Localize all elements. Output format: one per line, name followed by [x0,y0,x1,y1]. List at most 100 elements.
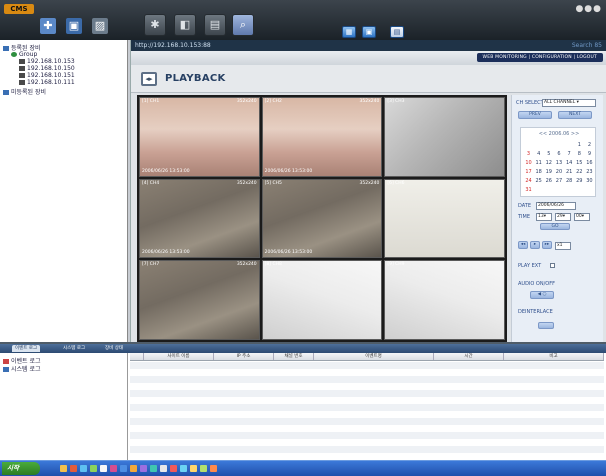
play-ext-checkbox[interactable] [550,263,555,268]
calendar-day[interactable]: 18 [534,169,543,175]
tab-system-log[interactable]: 시스템 로그 [60,345,88,352]
prev-button[interactable]: PREV [518,111,552,119]
ch-select-dropdown[interactable]: ALL CHANNEL ▾ [542,99,596,107]
tab-config-icon[interactable]: ▤ [204,14,226,36]
camera-tile[interactable]: [8] CH8 [261,260,383,340]
camera-tile[interactable]: [5] CH5 352x240 2006/06/26 13:53:00 [261,178,383,259]
taskbar-app-icon[interactable] [200,465,207,472]
calendar-day[interactable]: 12 [544,160,553,166]
table-row[interactable] [130,404,604,411]
tab-search-icon[interactable]: ⌕ [232,14,254,36]
tree-device[interactable]: 192.168.10.151 [19,72,75,79]
time-second-select[interactable]: 00▾ [574,213,590,221]
calendar-day[interactable]: 17 [524,169,533,175]
taskbar-app-icon[interactable] [100,465,107,472]
taskbar-app-icon[interactable] [90,465,97,472]
table-row[interactable] [130,369,604,376]
calendar-day[interactable]: 1 [575,142,584,148]
tab-live-icon[interactable]: ✱ [144,14,166,36]
calendar-day[interactable]: 8 [575,151,584,157]
fullscreen-button[interactable]: ▣ [362,26,376,38]
calendar-day[interactable]: 15 [575,160,584,166]
calendar-header[interactable]: << 2006.06 >> [521,131,597,137]
tab-event-log[interactable]: 이벤트 로그 [12,345,41,352]
image-icon[interactable]: ▨ [92,18,108,34]
table-row[interactable] [130,390,604,397]
col-header[interactable]: 사이트 이름 [144,353,214,360]
calendar-day[interactable]: 6 [554,151,563,157]
camera-tile[interactable]: [1] CH1 352x240 2006/06/26 13:53:00 [139,97,260,177]
calendar-day[interactable]: 23 [585,169,594,175]
taskbar-app-icon[interactable] [180,465,187,472]
camera-tile[interactable]: [7] CH7 352x240 [139,260,260,340]
col-header[interactable]: 이벤트명 [314,353,434,360]
add-device-icon[interactable]: ✚ [40,18,56,34]
event-tree-item[interactable]: 시스템 로그 [3,364,41,373]
taskbar-app-icon[interactable] [80,465,87,472]
calendar-day[interactable]: 21 [565,169,574,175]
table-row[interactable] [130,411,604,418]
capture-button[interactable]: ▤ [390,26,404,38]
rewind-button[interactable]: ◂◂ [518,241,528,249]
calendar-day[interactable]: 7 [565,151,574,157]
calendar-day[interactable]: 19 [544,169,553,175]
taskbar-app-icon[interactable] [140,465,147,472]
split-screen-button[interactable]: ▦ [342,26,356,38]
col-header[interactable] [130,353,144,360]
calendar-day[interactable]: 20 [554,169,563,175]
next-button[interactable]: NEXT [558,111,592,119]
audio-toggle-button[interactable]: ◀ ○ [530,291,554,299]
taskbar-app-icon[interactable] [130,465,137,472]
calendar-day[interactable]: 10 [524,160,533,166]
calendar-day[interactable]: 24 [524,178,533,184]
calendar-day[interactable]: 2 [585,142,594,148]
table-row[interactable] [130,362,604,369]
speed-field[interactable]: x1 [555,242,571,250]
window-controls[interactable]: ●●● [575,4,602,14]
calendar-day[interactable]: 5 [544,151,553,157]
calendar-day[interactable]: 4 [534,151,543,157]
tree-root-unregistered[interactable]: 미등록된 장비 [3,87,46,96]
col-header[interactable]: 비고 [504,353,604,360]
taskbar-app-icon[interactable] [160,465,167,472]
table-row[interactable] [130,432,604,439]
calendar-day[interactable]: 26 [544,178,553,184]
table-row[interactable] [130,446,604,453]
tab-playback-icon[interactable]: ◧ [174,14,196,36]
tab-device-status[interactable]: 장비 상태 [102,345,126,352]
tree-device[interactable]: 192.168.10.111 [19,79,75,86]
url-bar[interactable]: http://192.168.10.153:88 [131,40,606,51]
tree-device[interactable]: 192.168.10.153 [19,58,75,65]
camera-tile[interactable]: [3] CH3 [384,97,505,177]
taskbar-app-icon[interactable] [60,465,67,472]
col-header[interactable]: 채널 번호 [274,353,314,360]
calendar-day[interactable]: 30 [585,178,594,184]
table-row[interactable] [130,425,604,432]
tree-group[interactable]: Group [11,51,37,58]
camera-tile[interactable]: [4] CH4 352x240 2006/06/26 13:53:00 [139,178,260,259]
taskbar-app-icon[interactable] [170,465,177,472]
calendar-day[interactable]: 25 [534,178,543,184]
fast-forward-button[interactable]: ▸▸ [542,241,552,249]
table-row[interactable] [130,418,604,425]
calendar-day[interactable]: 27 [554,178,563,184]
calendar-day[interactable]: 13 [554,160,563,166]
device-list-icon[interactable]: ▣ [66,18,82,34]
play-button[interactable]: ▸ [530,241,540,249]
calendar-day[interactable]: 3 [524,151,533,157]
calendar-day[interactable]: 9 [585,151,594,157]
time-hour-select[interactable]: 13▾ [536,213,552,221]
calendar-day[interactable]: 31 [524,187,533,193]
taskbar-app-icon[interactable] [120,465,127,472]
taskbar-app-icon[interactable] [110,465,117,472]
calendar-day[interactable]: 28 [565,178,574,184]
camera-tile[interactable]: [9] CH9 [384,260,505,340]
camera-tile[interactable]: [2] CH2 352x240 2006/06/26 13:53:00 [261,97,383,177]
taskbar-app-icon[interactable] [150,465,157,472]
table-row[interactable] [130,383,604,390]
time-minute-select[interactable]: 29▾ [555,213,571,221]
table-row[interactable] [130,376,604,383]
taskbar-app-icon[interactable] [210,465,217,472]
calendar-day[interactable]: 22 [575,169,584,175]
nav-strip[interactable]: WEB MONITORING | CONFIGURATION | LOGOUT [476,53,603,62]
